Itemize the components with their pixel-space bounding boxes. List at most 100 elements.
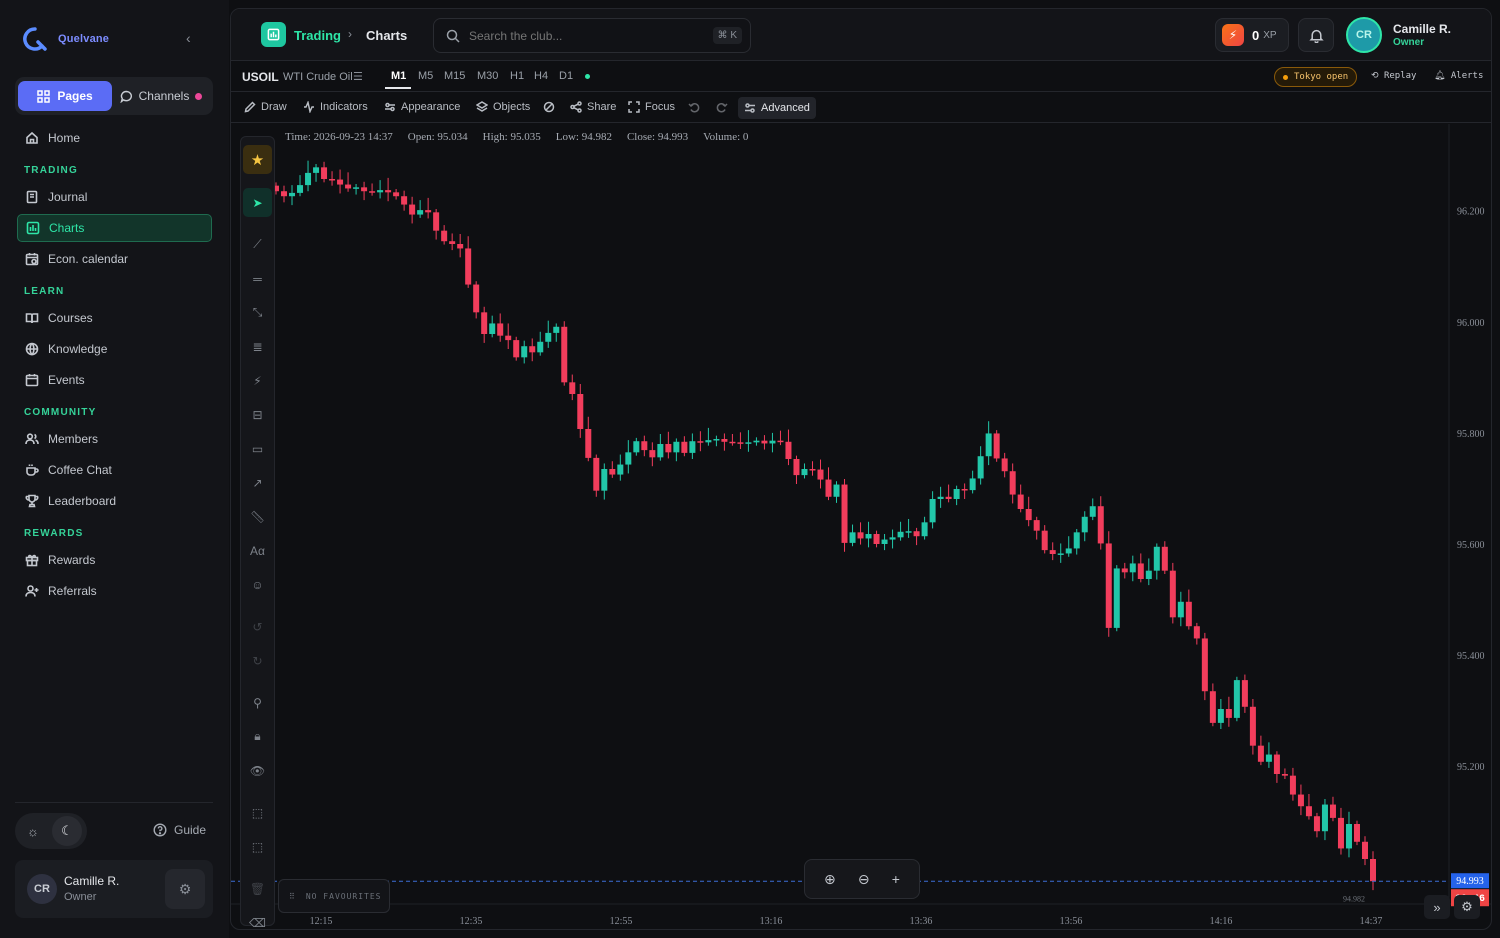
- timeframe-m5[interactable]: M5: [418, 70, 433, 82]
- candle-body: [321, 167, 328, 179]
- symbol-menu-icon[interactable]: ☰: [353, 70, 363, 83]
- search-input[interactable]: [469, 28, 709, 43]
- ohlc-time: Time: 2026-09-23 14:37: [285, 131, 393, 143]
- ohlc-volume: Volume: 0: [703, 131, 749, 143]
- search-box[interactable]: ⌘ K: [433, 18, 751, 53]
- price-chart[interactable]: 96.200 96.000 95.800 95.600 95.400 95.200 12:1…: [231, 124, 1492, 930]
- magnet-icon[interactable]: ⚲: [243, 688, 272, 717]
- select-box-icon[interactable]: ⬚: [243, 798, 272, 827]
- redo-tool-icon[interactable]: ↻: [243, 646, 272, 675]
- timeframe-m30[interactable]: M30: [477, 70, 498, 82]
- sidebar-item-charts[interactable]: Charts: [17, 214, 212, 242]
- sidebar-item-journal[interactable]: Journal: [17, 183, 212, 211]
- zoom-in-icon[interactable]: ⊕: [824, 871, 836, 888]
- timeframe-m1[interactable]: M1: [391, 70, 406, 82]
- candle-body: [1249, 706, 1256, 746]
- eye-icon[interactable]: 👁︎: [243, 756, 272, 785]
- pages-tab[interactable]: Pages: [18, 81, 112, 111]
- candle-body: [1265, 754, 1272, 762]
- rectangle-icon[interactable]: ▭: [243, 434, 272, 463]
- sidebar-item-coffee-chat[interactable]: Coffee Chat: [17, 456, 212, 484]
- channels-tab[interactable]: Channels: [112, 81, 210, 111]
- draw-label: Draw: [261, 101, 287, 113]
- crosshair-plus-icon[interactable]: +: [892, 871, 900, 887]
- search-icon: [446, 29, 460, 43]
- undo-tool-icon[interactable]: ↺: [243, 612, 272, 641]
- trash-icon[interactable]: 🗑︎: [243, 874, 272, 903]
- timeframe-h4[interactable]: H4: [534, 70, 548, 82]
- sidebar-item-courses[interactable]: Courses: [17, 304, 212, 332]
- eraser-icon[interactable]: ⌫: [243, 908, 272, 930]
- indicators-button[interactable]: Indicators: [303, 101, 368, 113]
- brand[interactable]: Quelvane: [22, 26, 109, 52]
- zoom-out-icon[interactable]: ⊖: [858, 871, 870, 888]
- appearance-button[interactable]: Appearance: [384, 101, 460, 113]
- avatar[interactable]: CR: [1346, 17, 1382, 53]
- trend-line-icon[interactable]: ⟋: [243, 230, 272, 259]
- sidebar-item-referrals[interactable]: Referrals: [17, 577, 212, 605]
- path-icon[interactable]: ⤡: [243, 298, 272, 327]
- moon-icon[interactable]: ☾: [52, 816, 82, 846]
- activity-icon: [304, 101, 314, 113]
- horizontal-line-icon[interactable]: ═: [243, 264, 272, 293]
- sidebar-item-members[interactable]: Members: [17, 425, 212, 453]
- redo-icon[interactable]: [716, 101, 728, 113]
- chart-settings-icon[interactable]: ⚙: [1454, 895, 1480, 919]
- candle-body: [297, 185, 304, 193]
- sidebar-item-home[interactable]: Home: [17, 124, 212, 152]
- main-panel: Trading › Charts ⌘ K ⚡ 0 XP CR Camille R…: [230, 8, 1492, 930]
- sidebar-item-knowledge[interactable]: Knowledge: [17, 335, 212, 363]
- user-name: Camille R.: [64, 874, 120, 888]
- candle-body: [673, 441, 680, 453]
- candle-body: [1281, 774, 1288, 776]
- text-tool-icon[interactable]: Aα: [243, 536, 272, 565]
- breadcrumb-trading[interactable]: Trading: [294, 28, 341, 43]
- replay-button[interactable]: ⟲ Replay: [1371, 71, 1416, 81]
- favourite-star-icon[interactable]: ★: [243, 145, 272, 174]
- objects-button[interactable]: Objects: [476, 101, 530, 113]
- xp-badge[interactable]: ⚡ 0 XP: [1215, 18, 1289, 52]
- sidebar-item-leaderboard[interactable]: Leaderboard: [17, 487, 212, 515]
- ruler-icon[interactable]: 📏︎: [243, 502, 272, 531]
- sidebar-segment-control: Pages Channels: [15, 77, 213, 115]
- share-button[interactable]: Share: [570, 101, 616, 113]
- draw-button[interactable]: Draw: [244, 101, 287, 113]
- emoji-icon[interactable]: ☺: [243, 570, 272, 599]
- sidebar-item-econ-calendar[interactable]: Econ. calendar: [17, 245, 212, 273]
- undo-icon[interactable]: [688, 101, 700, 113]
- position-icon[interactable]: ⊟: [243, 400, 272, 429]
- timeframe-m15[interactable]: M15: [444, 70, 465, 82]
- lock-icon[interactable]: 🔒︎: [243, 722, 272, 751]
- focus-button[interactable]: Focus: [628, 101, 675, 113]
- guide-link[interactable]: Guide: [153, 823, 206, 837]
- hide-objects-icon[interactable]: [543, 101, 555, 113]
- timeframe-d1[interactable]: D1: [559, 70, 573, 82]
- scroll-to-realtime-icon[interactable]: »: [1424, 895, 1450, 919]
- candle-body: [1345, 824, 1352, 849]
- arrow-icon[interactable]: ↗: [243, 468, 272, 497]
- select-cursor-icon[interactable]: ⬚: [243, 832, 272, 861]
- chart-badge-icon: [261, 22, 286, 47]
- advanced-button[interactable]: Advanced: [738, 97, 816, 119]
- alerts-button[interactable]: 🔔︎ Alerts: [1434, 71, 1483, 81]
- candle-body: [777, 440, 784, 443]
- ohlc-high: High: 95.035: [482, 131, 541, 143]
- drag-handle-icon[interactable]: ⠿: [289, 892, 296, 901]
- user-card[interactable]: CR Camille R. Owner ⚙: [15, 860, 213, 918]
- notifications-button[interactable]: [1298, 18, 1334, 52]
- cursor-icon[interactable]: ➤: [243, 188, 272, 217]
- symbol-ticker[interactable]: USOIL: [242, 70, 279, 84]
- xp-value: 0: [1252, 27, 1260, 43]
- settings-gear-icon[interactable]: ⚙: [165, 869, 205, 909]
- candle-body: [841, 484, 848, 543]
- timeframe-h1[interactable]: H1: [510, 70, 524, 82]
- candle-body: [305, 172, 312, 186]
- sun-icon[interactable]: ☼: [18, 816, 48, 846]
- fib-retracement-icon[interactable]: ≣: [243, 332, 272, 361]
- sidebar-item-events[interactable]: Events: [17, 366, 212, 394]
- collapse-sidebar-icon[interactable]: ‹: [186, 30, 191, 46]
- pattern-icon[interactable]: ⚡: [243, 366, 272, 395]
- guide-label: Guide: [174, 823, 207, 837]
- candle-body: [489, 323, 496, 334]
- sidebar-item-rewards[interactable]: Rewards: [17, 546, 212, 574]
